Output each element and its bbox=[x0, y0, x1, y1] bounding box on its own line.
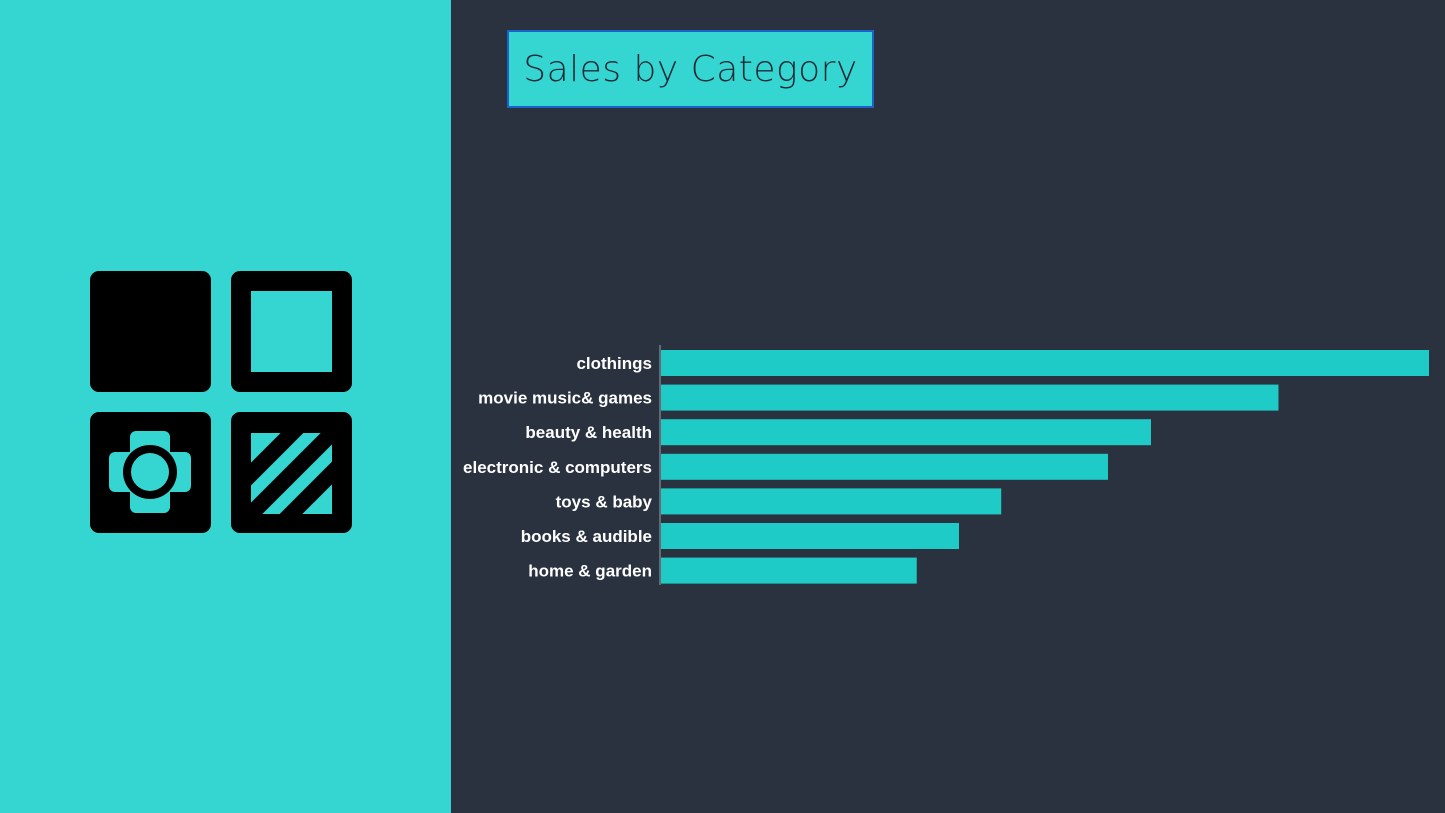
bar-books-audible bbox=[661, 523, 959, 549]
bar-clothings bbox=[661, 350, 1429, 376]
bar-toys-baby bbox=[661, 488, 1002, 515]
category-label: home & garden bbox=[528, 562, 652, 581]
bar-electronic-computers bbox=[661, 453, 1108, 480]
cross-circle-icon bbox=[90, 412, 211, 533]
category-logo bbox=[90, 271, 352, 533]
bar-beauty-health bbox=[661, 419, 1151, 446]
category-label: toys & baby bbox=[556, 492, 653, 511]
category-label: clothings bbox=[576, 354, 652, 373]
category-label: books & audible bbox=[521, 527, 652, 546]
bar-movie-music-games bbox=[661, 384, 1279, 411]
diagonal-stripes-icon bbox=[231, 412, 352, 533]
chart-title: Sales by Category bbox=[507, 30, 874, 108]
category-label: movie music& games bbox=[478, 389, 652, 408]
category-label: beauty & health bbox=[525, 423, 652, 442]
hollow-square-icon bbox=[231, 271, 352, 392]
solid-square-icon bbox=[90, 271, 211, 392]
category-label: electronic & computers bbox=[463, 458, 652, 477]
bar-chart: clothings movie music& games beauty & heal… bbox=[463, 345, 1429, 585]
bar-home-garden bbox=[661, 557, 917, 584]
